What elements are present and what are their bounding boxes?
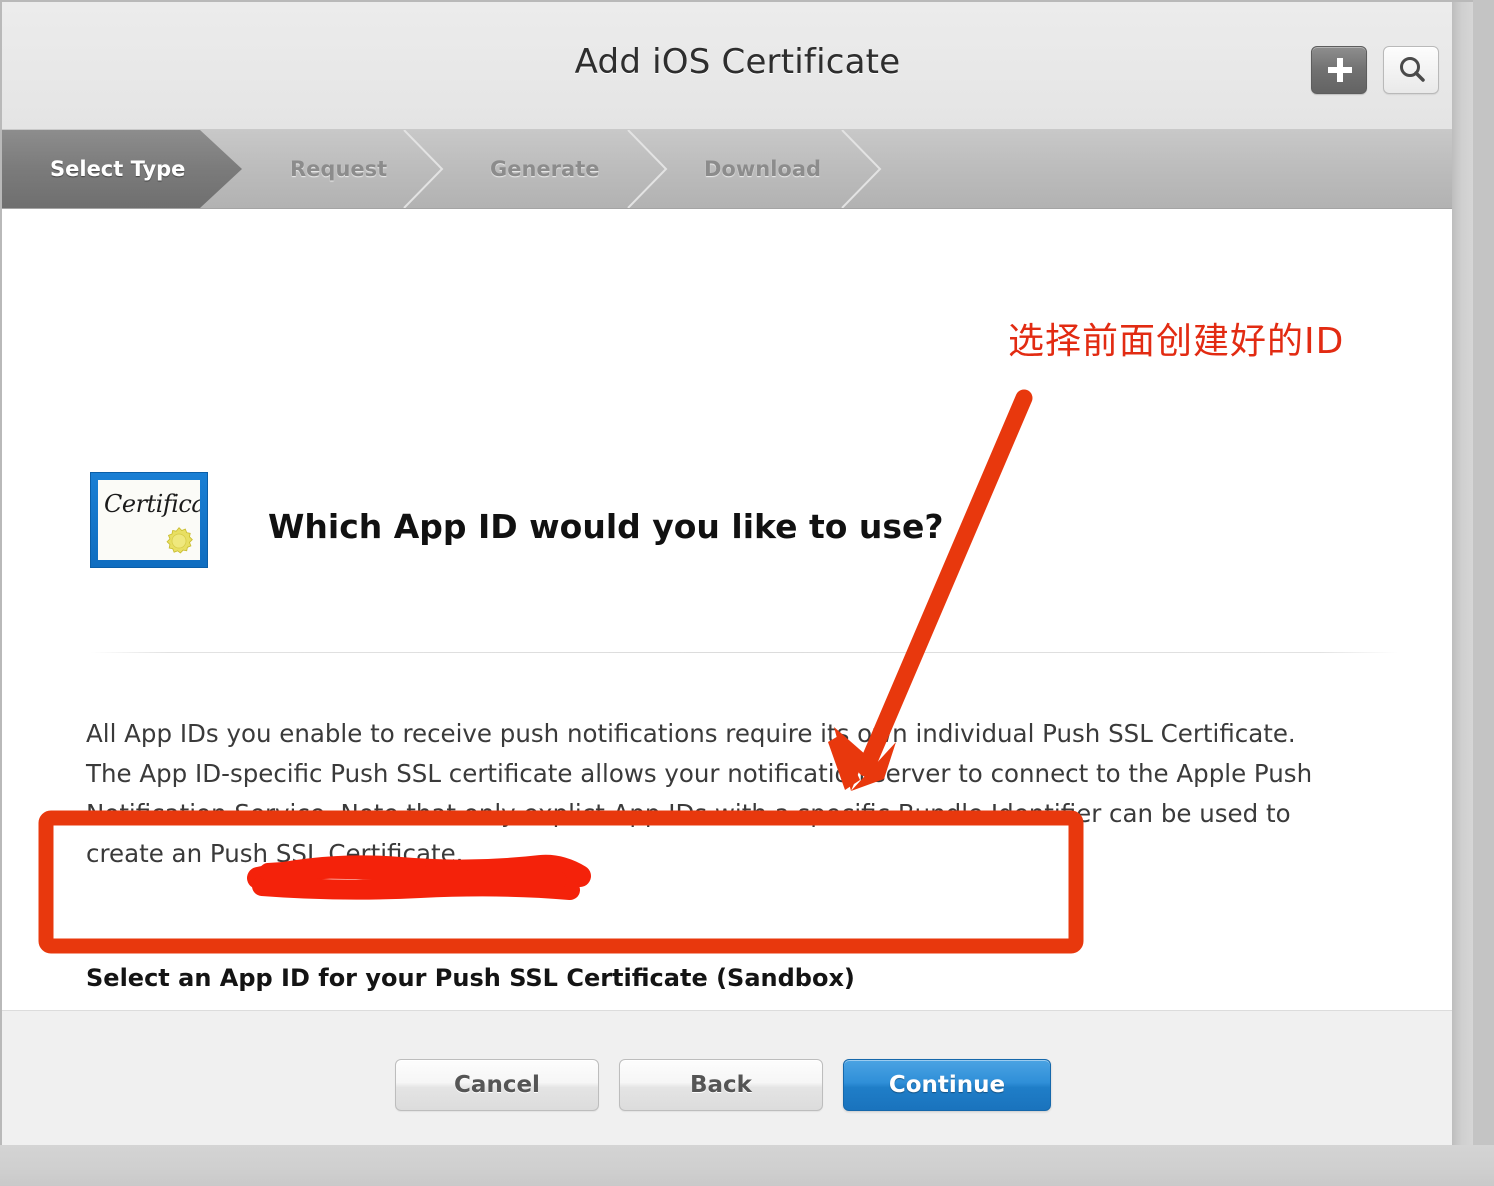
- certificate-icon-inner: Certificate: [98, 480, 200, 560]
- section-divider: [90, 652, 1398, 653]
- title-bar: Add iOS Certificate: [2, 2, 1473, 130]
- step-separator-1: [400, 130, 446, 208]
- content-area: Certificate Which App ID would you like …: [2, 209, 1473, 1145]
- step-separator-2: [624, 130, 670, 208]
- step-select-type[interactable]: Select Type: [2, 130, 242, 208]
- search-button[interactable]: [1383, 46, 1439, 94]
- step-request[interactable]: Request: [290, 130, 387, 208]
- page-heading: Which App ID would you like to use?: [268, 507, 944, 546]
- continue-button[interactable]: Continue: [843, 1059, 1051, 1111]
- add-button[interactable]: [1311, 46, 1367, 94]
- step-download[interactable]: Download: [704, 130, 821, 208]
- bottom-edge-strip: [0, 1145, 1494, 1186]
- step-breadcrumb: Select Type Request Generate Download: [2, 130, 1473, 209]
- search-icon: [1400, 57, 1425, 82]
- page-title: Add iOS Certificate: [574, 42, 901, 82]
- certificate-icon: Certificate: [90, 472, 208, 568]
- screen: Add iOS Certificate Select Type Request …: [0, 0, 1494, 1186]
- step-label: Request: [290, 157, 388, 181]
- form-section-heading: Select an App ID for your Push SSL Certi…: [86, 964, 855, 992]
- cancel-button[interactable]: Cancel: [395, 1059, 599, 1111]
- step-generate[interactable]: Generate: [490, 130, 599, 208]
- step-label: Generate: [490, 157, 600, 181]
- body-paragraph: All App IDs you enable to receive push n…: [86, 719, 1313, 868]
- step-label: Download: [704, 157, 822, 181]
- plus-icon: [1328, 58, 1352, 82]
- certificate-icon-label: Certificate: [104, 490, 200, 518]
- back-button[interactable]: Back: [619, 1059, 823, 1111]
- step-separator-3: [838, 130, 884, 208]
- step-label: Select Type: [50, 157, 186, 181]
- page-container: Add iOS Certificate Select Type Request …: [0, 0, 1473, 1145]
- footer-button-bar: Cancel Back Continue: [2, 1010, 1473, 1145]
- right-edge-strip: [1452, 2, 1473, 1145]
- seal-icon: [166, 527, 193, 554]
